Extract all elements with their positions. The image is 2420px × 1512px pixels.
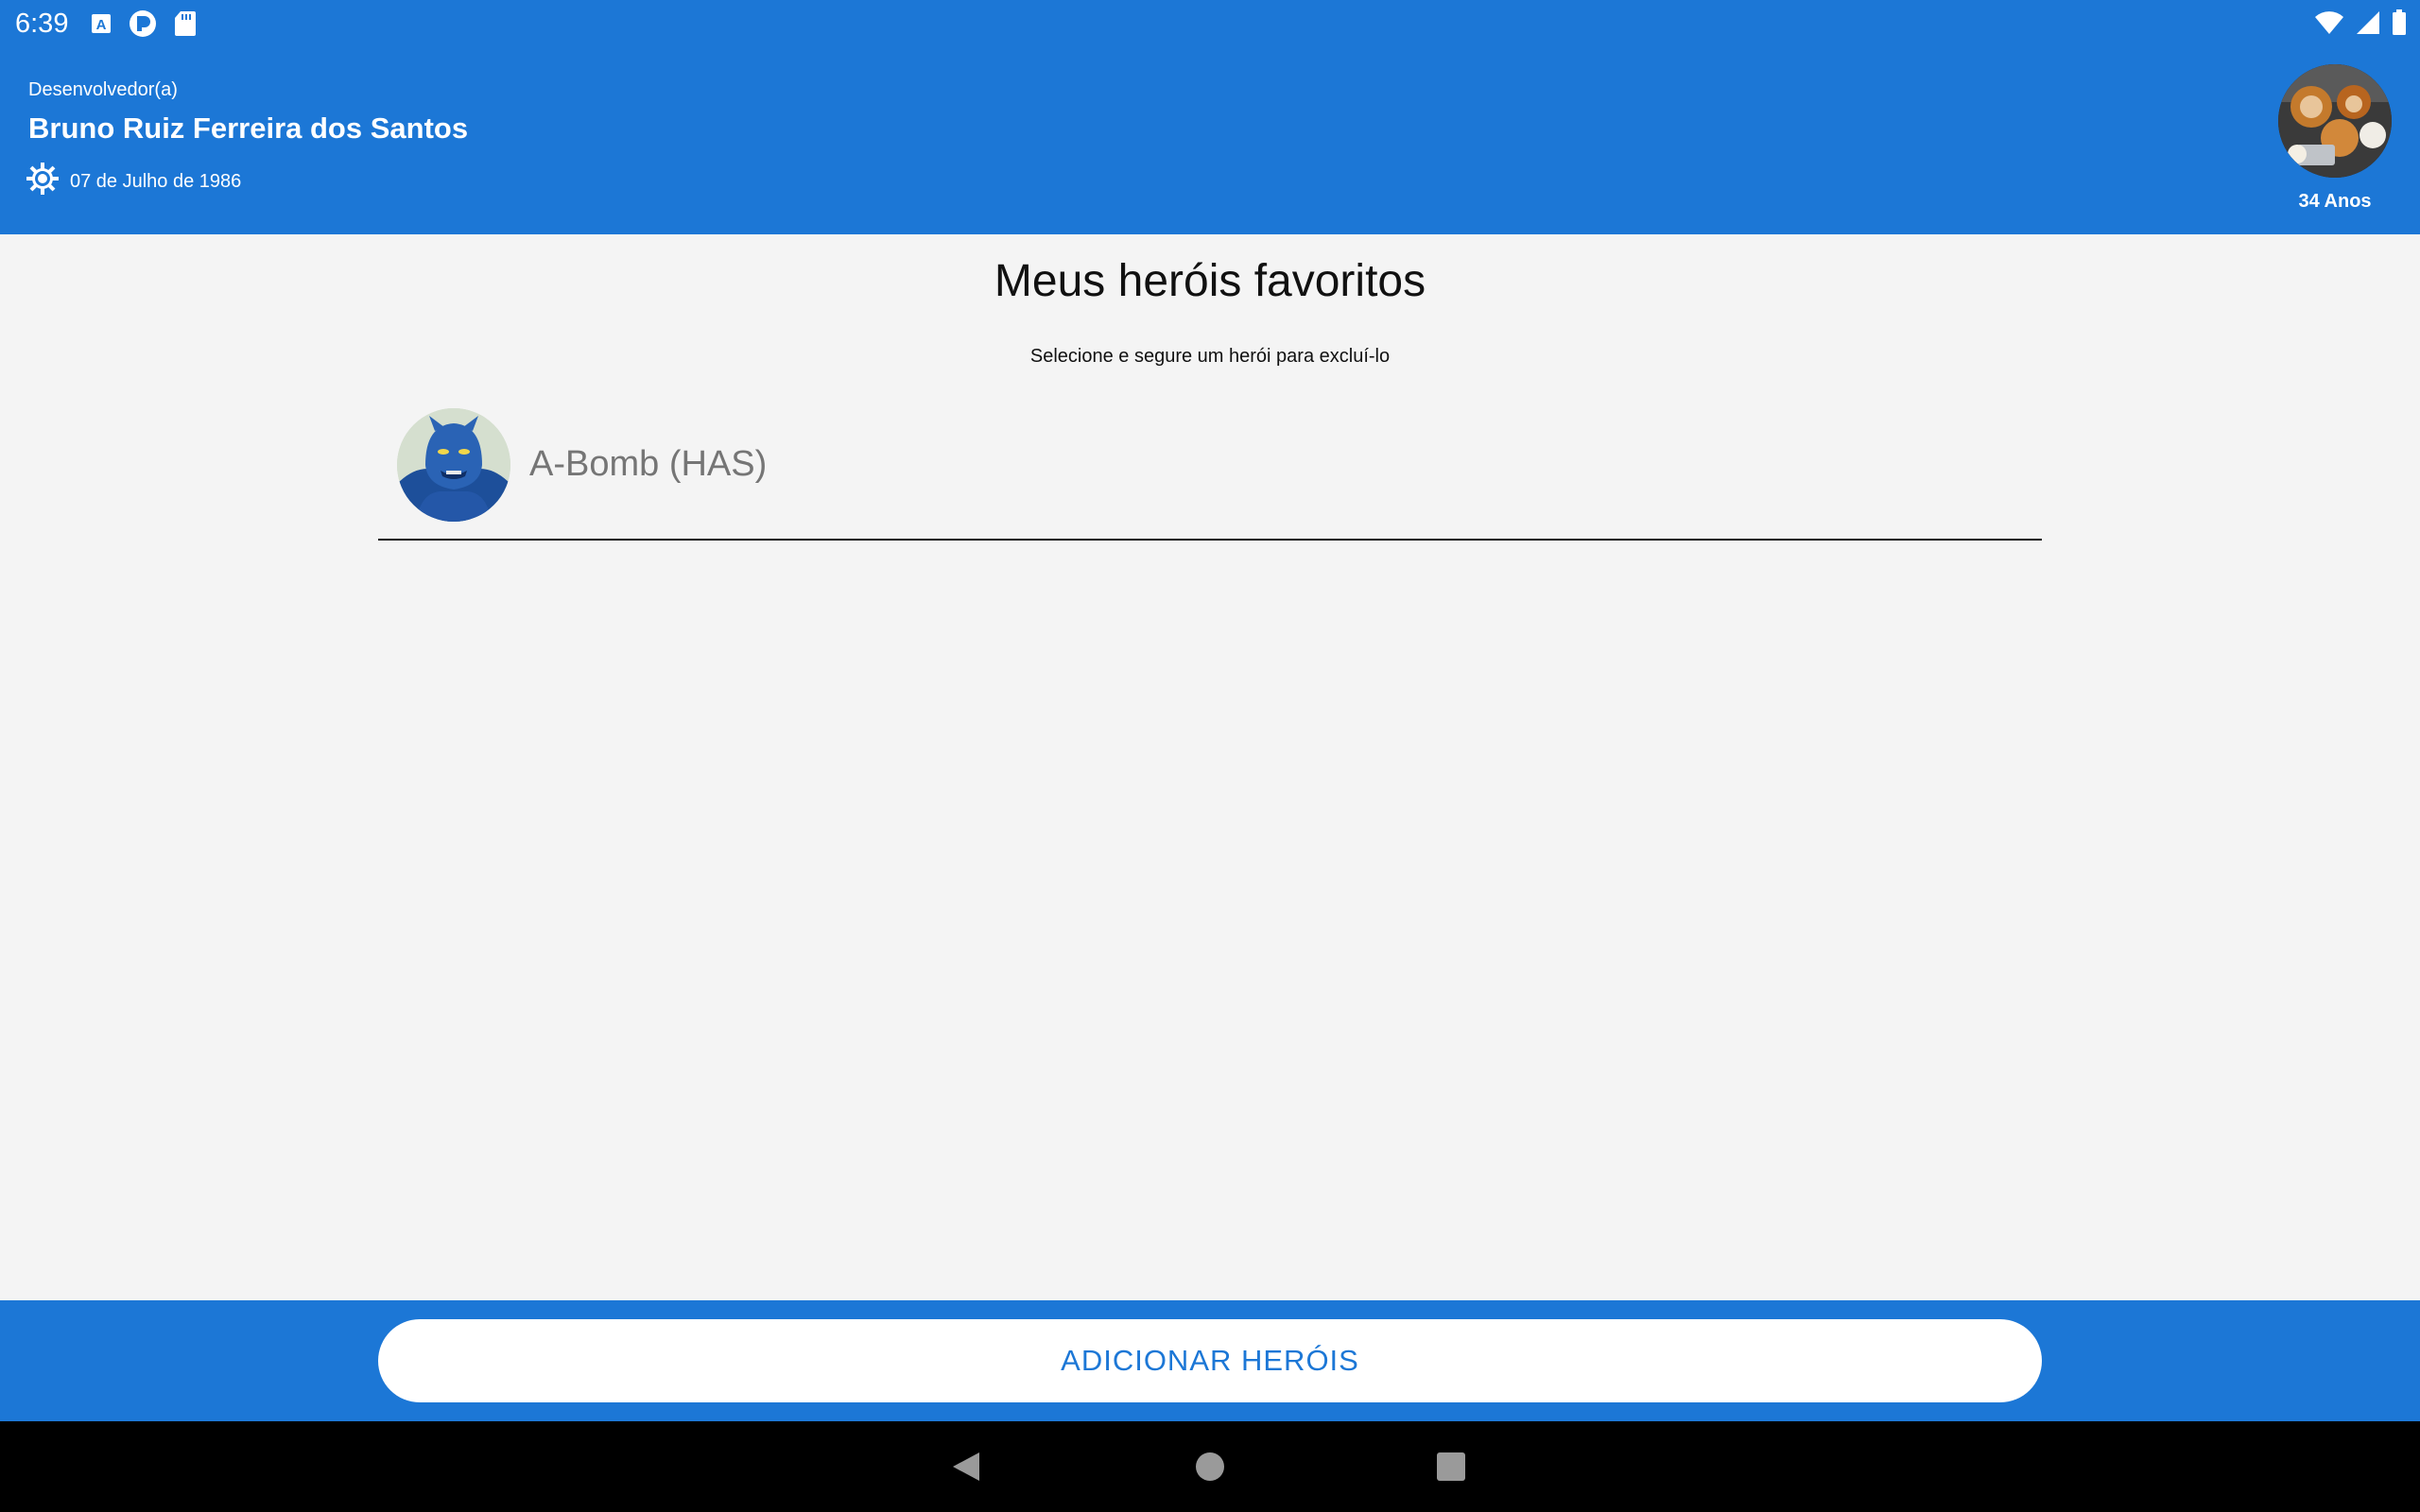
sun-icon	[26, 163, 59, 200]
sd-card-icon	[174, 10, 197, 42]
hero-name: A-Bomb (HAS)	[529, 444, 768, 484]
app-r-icon	[129, 9, 157, 43]
favorite-heroes-list: A-Bomb (HAS)	[378, 397, 2042, 541]
signal-icon	[2356, 10, 2380, 40]
add-heroes-button[interactable]: ADICIONAR HERÓIS	[378, 1319, 2042, 1402]
birth-date-text: 07 de Julho de 1986	[70, 170, 242, 192]
svg-text:A: A	[96, 17, 107, 33]
page-title: Meus heróis favoritos	[994, 256, 1426, 306]
home-icon[interactable]	[1191, 1448, 1229, 1486]
birth-date-row: 07 de Julho de 1986	[26, 163, 241, 200]
developer-avatar[interactable]	[2278, 64, 2392, 178]
page-subtitle: Selecione e segure um herói para excluí-…	[1029, 346, 1391, 367]
status-bar: 6:39 A	[0, 0, 2420, 47]
wifi-icon	[2314, 10, 2344, 40]
back-icon[interactable]	[947, 1448, 985, 1486]
profile-header: Desenvolvedor(a) Bruno Ruiz Ferreira dos…	[0, 47, 2420, 234]
text-a-icon: A	[91, 13, 112, 39]
system-nav-bar	[0, 1421, 2420, 1512]
status-time: 6:39	[15, 9, 69, 39]
system-icons	[2314, 9, 2407, 41]
hero-avatar	[397, 408, 510, 522]
battery-icon	[2392, 9, 2407, 41]
hero-list-item[interactable]: A-Bomb (HAS)	[378, 397, 2042, 541]
bottom-action-bar: ADICIONAR HERÓIS	[0, 1300, 2420, 1421]
age-label: 34 Anos	[2298, 191, 2372, 212]
developer-role-label: Desenvolvedor(a)	[28, 79, 178, 100]
developer-name: Bruno Ruiz Ferreira dos Santos	[28, 112, 469, 145]
notification-icons: A	[91, 9, 197, 43]
recents-icon[interactable]	[1432, 1448, 1470, 1486]
